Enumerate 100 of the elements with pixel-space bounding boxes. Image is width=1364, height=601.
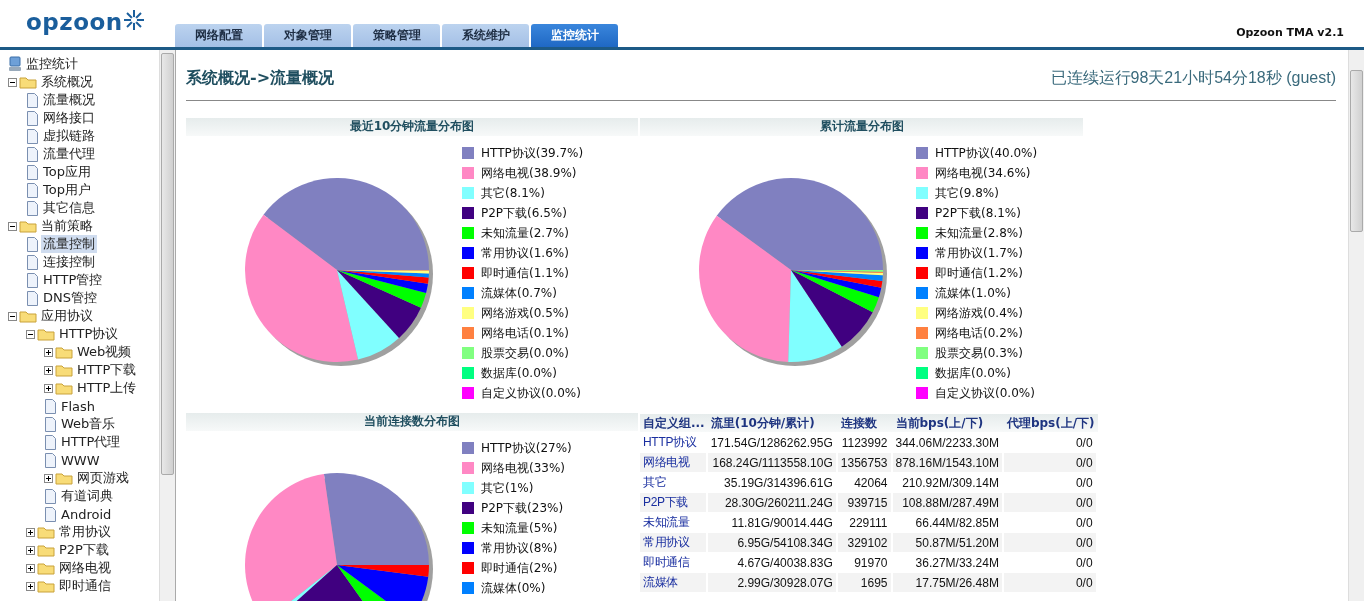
tree-item[interactable]: HTTP协议 [57,325,121,343]
legend-label: 其它(9.8%) [935,184,999,202]
tree-item[interactable]: 网页游戏 [75,469,131,487]
legend-label: 流媒体(0%) [481,579,546,597]
tree-item[interactable]: WWW [59,452,102,468]
legend-label: 自定义协议(0.0%) [935,384,1035,402]
tree-item[interactable]: 虚拟链路 [41,127,97,145]
nav-tab[interactable]: 策略管理 [353,24,440,47]
group-link[interactable]: 流媒体 [640,573,708,592]
legend-label: 即时通信(1.2%) [935,264,1023,282]
expand-icon[interactable] [26,563,35,573]
table-cell: 878.16M/1543.10M [892,453,1004,472]
version-label: Opzoon TMA v2.1 [1236,26,1344,39]
table-cell: 6.95G/54108.34G [707,533,838,552]
expand-icon[interactable] [44,383,53,393]
collapse-icon[interactable] [8,221,17,231]
tree-item[interactable]: 系统概况 [39,73,95,91]
group-link[interactable]: P2P下载 [640,493,708,512]
legend-label: 网络游戏(0.4%) [935,304,1023,322]
expand-icon[interactable] [44,347,53,357]
collapse-icon[interactable] [8,311,17,321]
expand-icon[interactable] [26,581,35,591]
tree-item[interactable]: 连接控制 [41,253,97,271]
tree-item[interactable]: HTTP代理 [59,433,123,451]
tree-item[interactable]: 常用协议 [57,523,113,541]
page-icon [26,182,39,198]
folder-icon [55,471,73,485]
legend-label: 自定义协议(0.0%) [481,384,581,402]
expand-icon[interactable] [26,527,35,537]
tree-item[interactable]: Android [59,506,114,522]
legend-label: 即时通信(2%) [481,559,558,577]
legend-label: 流媒体(0.7%) [481,284,557,302]
collapse-icon[interactable] [26,329,35,339]
page-icon [26,200,39,216]
tree-item[interactable]: 当前策略 [39,217,95,235]
folder-icon [37,525,55,539]
tree-item[interactable]: 监控统计 [24,55,80,73]
tree-item[interactable]: 流量控制 [41,235,97,253]
legend-label: P2P下载(6.5%) [481,204,567,222]
nav-tab[interactable]: 系统维护 [442,24,529,47]
legend-label: 未知流量(2.8%) [935,224,1023,242]
table-cell: 2.99G/30928.07G [707,573,838,592]
page-icon [26,110,39,126]
tree-item[interactable]: 有道词典 [59,487,115,505]
folder-icon [37,579,55,593]
legend-label: 网络电视(33%) [481,459,566,477]
page-icon [44,398,57,414]
tree-item[interactable]: 流量代理 [41,145,97,163]
legend-label: 股票交易(0.0%) [481,344,569,362]
page-icon [26,254,39,270]
group-link[interactable]: 常用协议 [640,533,708,552]
nav-tab[interactable]: 网络配置 [175,24,262,47]
expand-icon[interactable] [44,365,53,375]
tree-item[interactable]: Web视频 [75,343,134,361]
legend-label: 常用协议(1.6%) [481,244,569,262]
legend-label: 网络电视(34.6%) [935,164,1031,182]
table-cell: 0/0 [1003,573,1098,592]
group-link[interactable]: 网络电视 [640,453,708,472]
folder-icon [55,381,73,395]
tree-item[interactable]: DNS管控 [41,289,99,307]
tree-item[interactable]: HTTP下载 [75,361,139,379]
legend-label: 网络电视(38.9%) [481,164,577,182]
column-header: 连接数 [837,414,893,432]
uptime-text: 已连续运行98天21小时54分18秒 (guest) [1050,67,1336,88]
tree-item[interactable]: 流量概况 [41,91,97,109]
expand-icon[interactable] [26,545,35,555]
page-icon [44,488,57,504]
legend-label: 未知流量(5%) [481,519,558,537]
collapse-icon[interactable] [8,77,17,87]
folder-icon [37,327,55,341]
tree-item[interactable]: 应用协议 [39,307,95,325]
page-title: 系统概况->流量概况 [186,67,335,89]
legend-label: 数据库(0.0%) [935,364,1011,382]
page-icon [26,290,39,306]
page-icon [26,272,39,288]
tree-item[interactable]: 网络接口 [41,109,97,127]
table-cell: 0/0 [1003,493,1098,512]
tree-item[interactable]: P2P下载 [57,541,111,559]
legend-label: 股票交易(0.3%) [935,344,1023,362]
tree-item[interactable]: 其它信息 [41,199,97,217]
nav-tab[interactable]: 监控统计 [531,24,618,47]
table-cell: 939715 [837,493,893,512]
tree-item[interactable]: 即时通信 [57,577,113,595]
page-icon [44,506,57,522]
tree-item[interactable]: Top应用 [41,163,93,181]
page-icon [26,92,39,108]
folder-icon [55,345,73,359]
legend-label: 常用协议(1.7%) [935,244,1023,262]
nav-tab[interactable]: 对象管理 [264,24,351,47]
tree-item[interactable]: Flash [59,398,98,414]
tree-item[interactable]: HTTP管控 [41,271,105,289]
tree-item[interactable]: Web音乐 [59,415,118,433]
tree-item[interactable]: HTTP上传 [75,379,139,397]
legend-label: 其它(1%) [481,479,534,497]
legend-label: HTTP协议(27%) [481,439,572,457]
legend-label: 数据库(0.0%) [481,364,557,382]
tree-item[interactable]: Top用户 [41,181,93,199]
expand-icon[interactable] [44,473,53,483]
folder-icon [19,219,37,233]
tree-item[interactable]: 网络电视 [57,559,113,577]
